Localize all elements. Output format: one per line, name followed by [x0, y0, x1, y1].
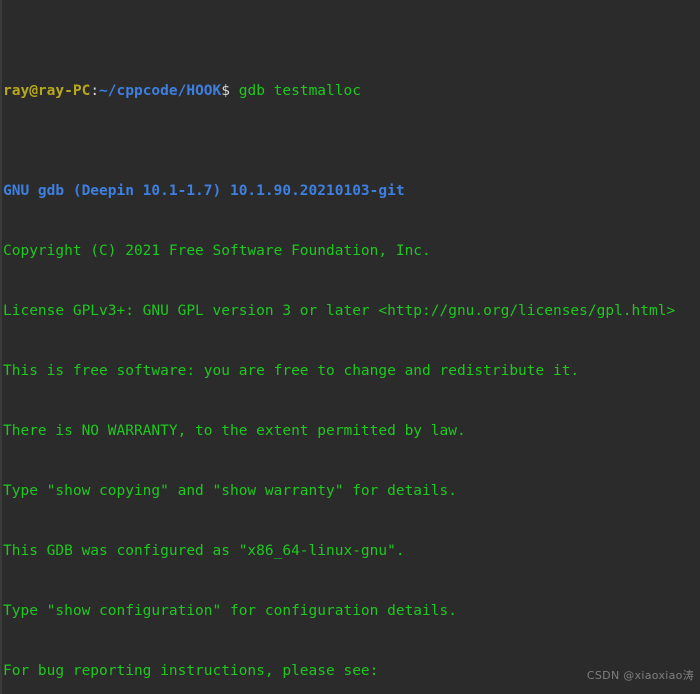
watermark: CSDN @xiaoxiao涛 — [586, 669, 694, 682]
prompt-user-host: ray@ray-PC — [3, 83, 91, 99]
gdb-license-line: License GPLv3+: GNU GPL version 3 or lat… — [3, 303, 676, 319]
gdb-configured-line: This GDB was configured as "x86_64-linux… — [3, 543, 405, 559]
gdb-type-show-line: Type "show copying" and "show warranty" … — [3, 483, 457, 499]
shell-command: gdb testmalloc — [230, 83, 361, 99]
gdb-free-software-line: This is free software: you are free to c… — [3, 363, 580, 379]
shell-prompt-line: ray@ray-PC:~/cppcode/HOOK$ gdb testmallo… — [0, 81, 700, 101]
gdb-version-text: GNU gdb (Deepin 10.1-1.7) 10.1.90.202101… — [3, 183, 405, 199]
prompt-separator: : — [90, 83, 100, 99]
prompt-dollar: $ — [221, 83, 230, 99]
gdb-version-line: GNU gdb (Deepin 10.1-1.7) 10.1.90.202101… — [0, 181, 700, 201]
gdb-type-config-line: Type "show configuration" for configurat… — [3, 603, 457, 619]
gdb-no-warranty-line: There is NO WARRANTY, to the extent perm… — [3, 423, 466, 439]
prompt-path: ~/cppcode/HOOK — [99, 83, 222, 99]
terminal-window[interactable]: ray@ray-PC:~/cppcode/HOOK$ gdb testmallo… — [0, 0, 700, 694]
gdb-copyright-line: Copyright (C) 2021 Free Software Foundat… — [3, 243, 431, 259]
terminal-screen[interactable]: ray@ray-PC:~/cppcode/HOOK$ gdb testmallo… — [0, 1, 700, 694]
